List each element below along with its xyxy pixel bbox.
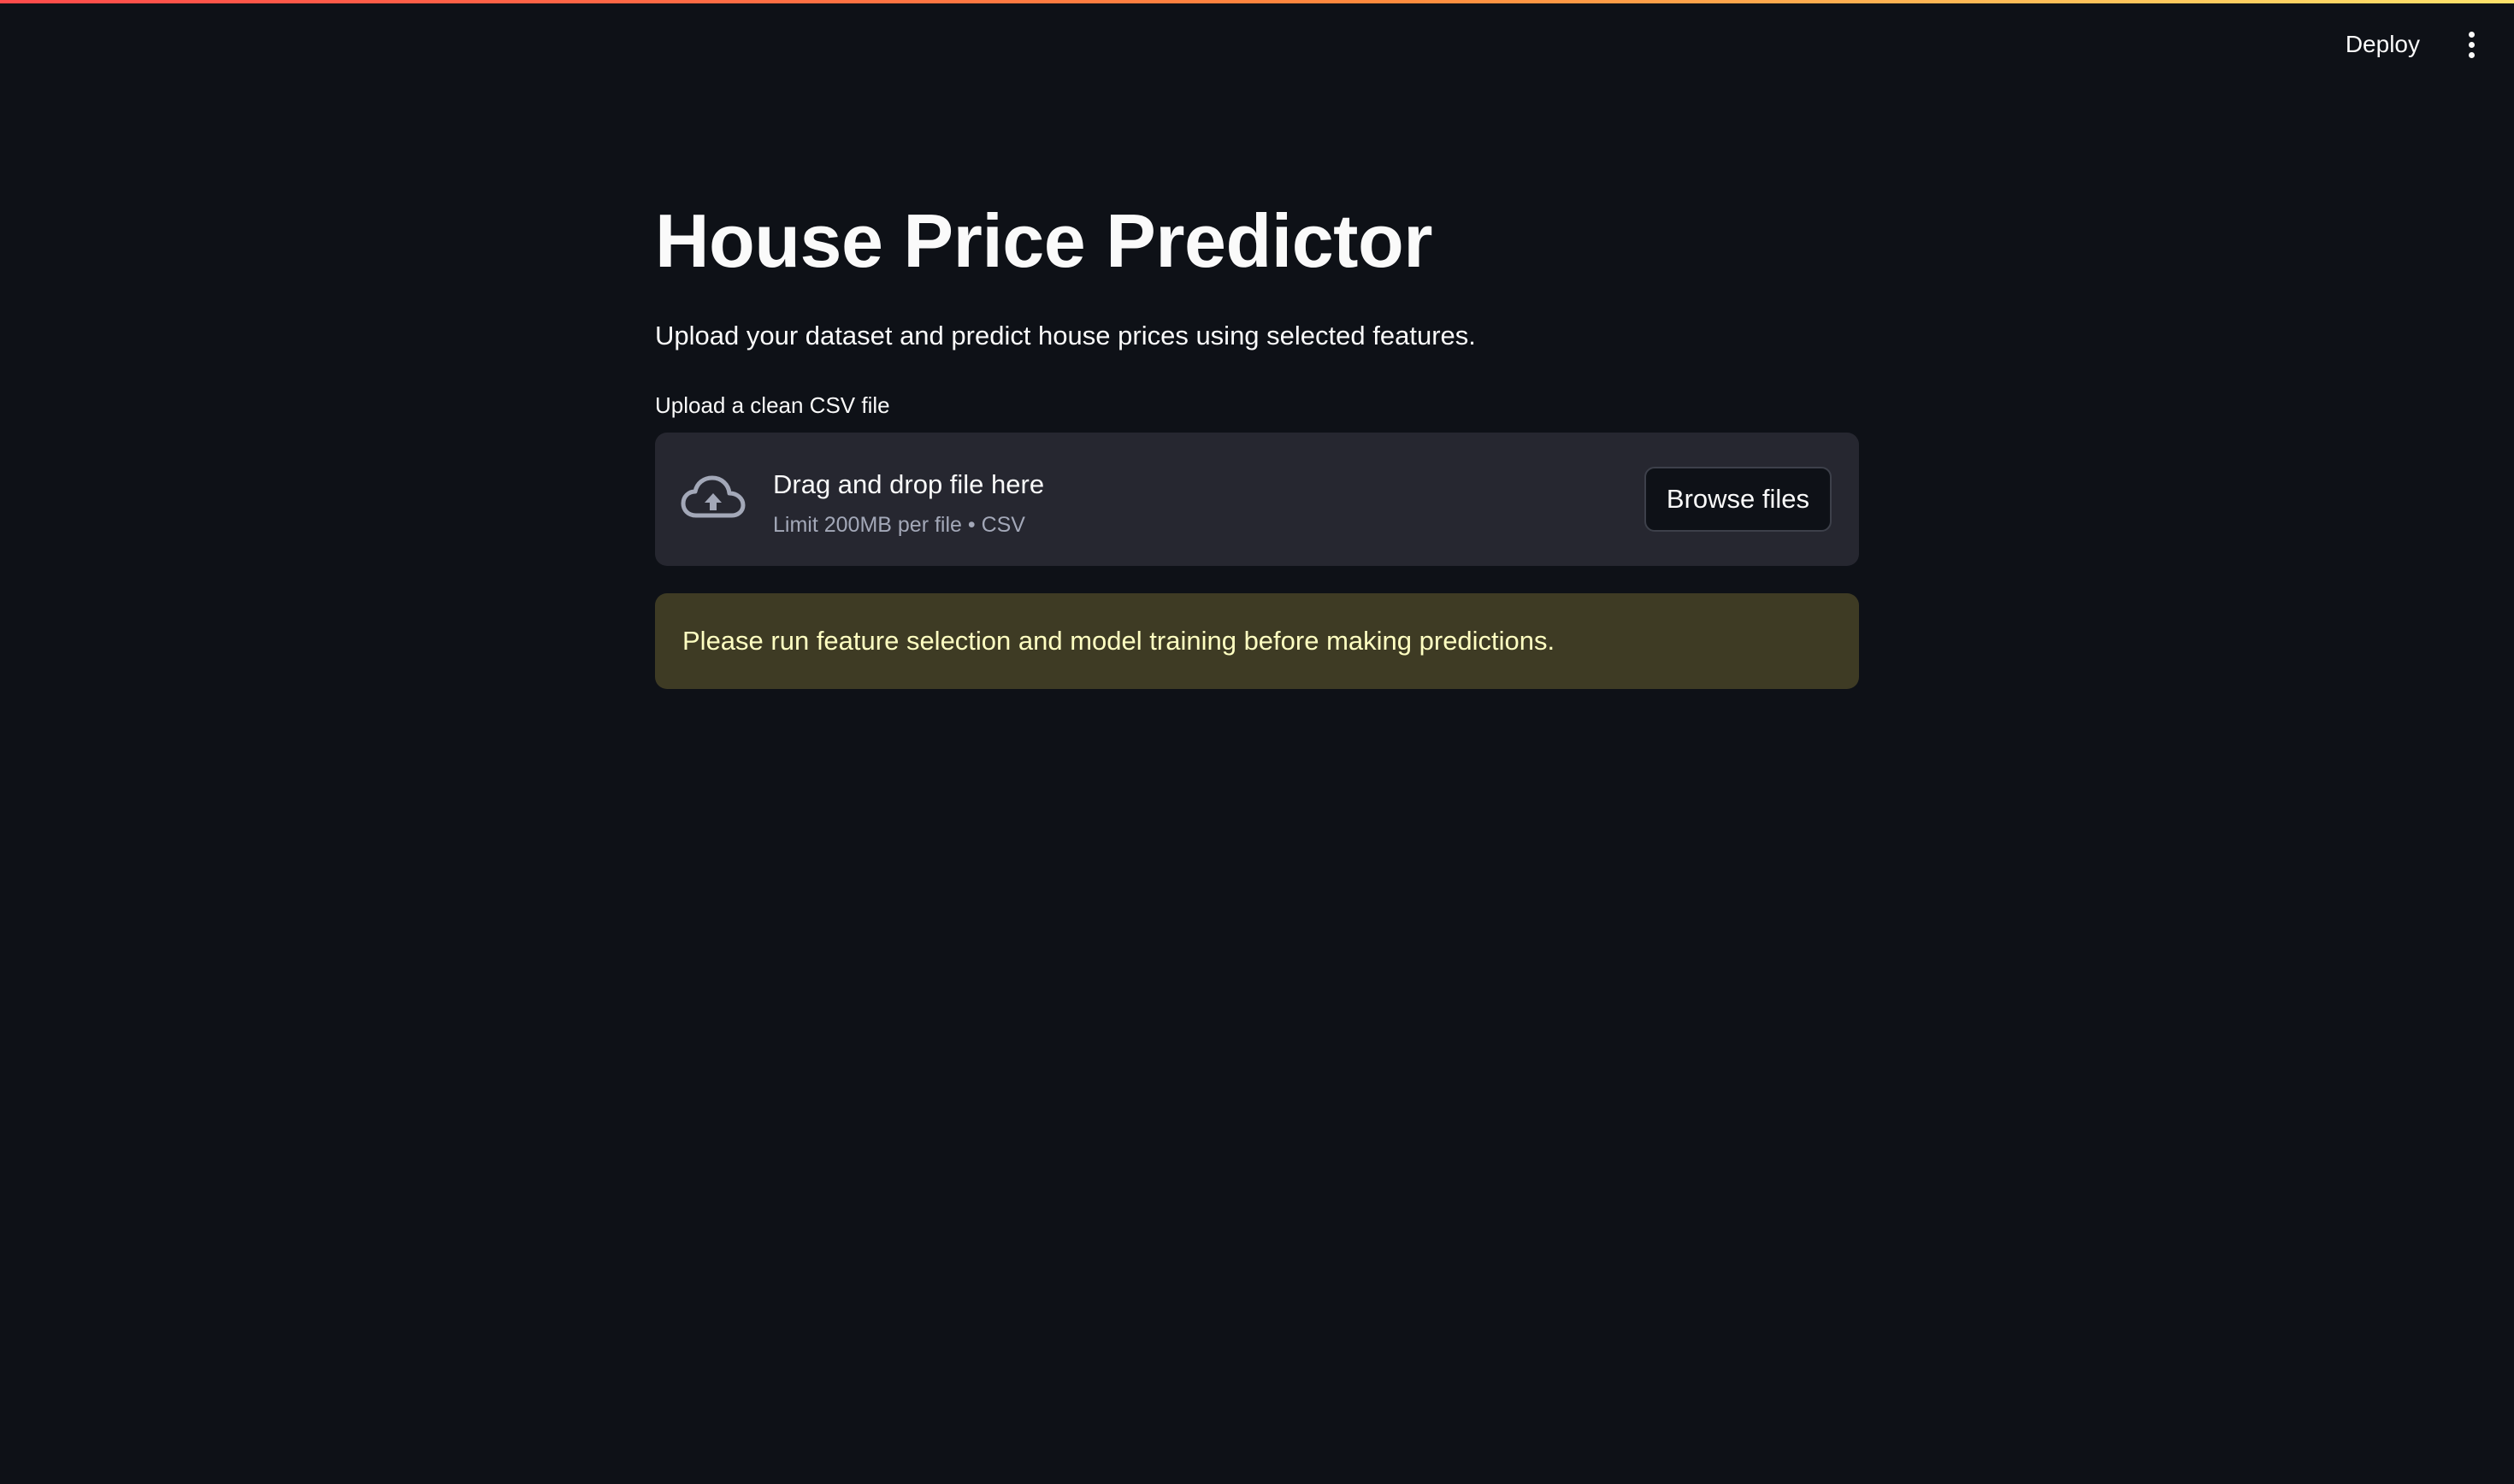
ellipsis-dot <box>2468 41 2475 48</box>
browse-files-button[interactable]: Browse files <box>1644 467 1832 532</box>
warning-alert: Please run feature selection and model t… <box>655 593 1859 689</box>
main-menu-button[interactable] <box>2447 22 2495 67</box>
page-description: Upload your dataset and predict house pr… <box>655 321 1476 350</box>
page-title: House Price Predictor <box>655 198 1432 283</box>
deploy-button[interactable]: Deploy <box>2325 21 2440 68</box>
dropzone-instructions: Drag and drop file here <box>773 469 1045 499</box>
file-dropzone[interactable]: Drag and drop file here Limit 200MB per … <box>655 433 1859 566</box>
warning-alert-message: Please run feature selection and model t… <box>682 626 1555 656</box>
dropzone-file-limit: Limit 200MB per file • CSV <box>773 513 1025 537</box>
cloud-upload-icon <box>681 475 746 518</box>
vertical-ellipsis-icon <box>2468 31 2475 38</box>
file-uploader-label: Upload a clean CSV file <box>655 392 890 418</box>
app-header: Deploy <box>0 3 2514 82</box>
ellipsis-dot <box>2468 51 2475 58</box>
